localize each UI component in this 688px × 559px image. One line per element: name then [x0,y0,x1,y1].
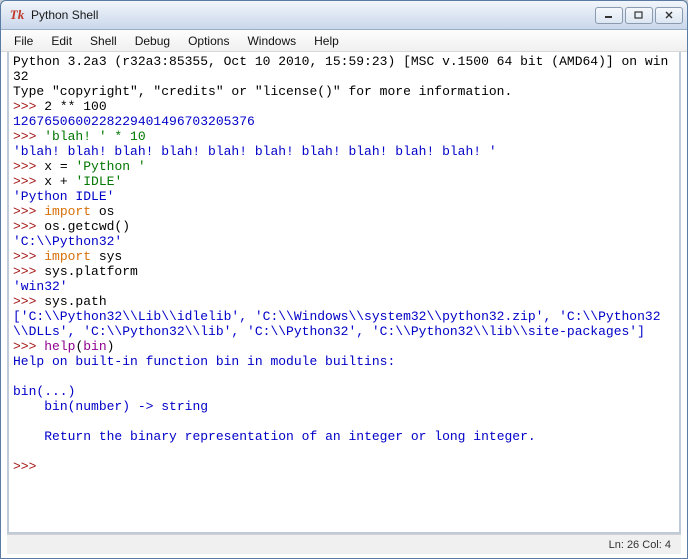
status-col: Col: 4 [642,539,671,551]
banner-line1: Python 3.2a3 (r32a3:85355, Oct 10 2010, … [13,54,668,84]
menu-options[interactable]: Options [179,31,238,51]
output-8: 'win32' [13,279,68,294]
prompt: >>> [13,264,44,279]
input-2: 'blah! ' * 10 [44,129,145,144]
builtin-help: help [44,339,75,354]
window-controls [595,7,683,24]
input-4a: x + [44,174,75,189]
prompt: >>> [13,174,44,189]
prompt: >>> [13,99,44,114]
menu-windows[interactable]: Windows [238,31,305,51]
output-6: 'C:\\Python32' [13,234,122,249]
output-4: 'Python IDLE' [13,189,114,204]
help-text: Help on built-in function bin in module … [13,354,536,444]
prompt: >>> [13,339,44,354]
menu-shell[interactable]: Shell [81,31,126,51]
input-10d: ) [107,339,115,354]
prompt: >>> [13,204,44,219]
window-title: Python Shell [31,8,595,22]
prompt: >>> [13,249,44,264]
input-3a: x = [44,159,75,174]
input-8: sys.platform [44,264,138,279]
prompt: >>> [13,294,44,309]
shell-content[interactable]: Python 3.2a3 (r32a3:85355, Oct 10 2010, … [7,52,681,534]
minimize-button[interactable] [595,7,623,24]
menubar: File Edit Shell Debug Options Windows He… [1,30,687,52]
banner-line2: Type "copyright", "credits" or "license(… [13,84,512,99]
input-1: 2 ** 100 [44,99,106,114]
keyword-import: import [44,204,91,219]
prompt: >>> [13,459,44,474]
prompt: >>> [13,219,44,234]
titlebar[interactable]: Tk Python Shell [1,1,687,30]
close-button[interactable] [655,7,683,24]
builtin-bin: bin [83,339,106,354]
input-4b: 'IDLE' [75,174,122,189]
input-6: os.getcwd() [44,219,130,234]
prompt: >>> [13,129,44,144]
menu-help[interactable]: Help [305,31,348,51]
output-1: 1267650600228229401496703205376 [13,114,255,129]
input-5b: os [91,204,114,219]
keyword-import: import [44,249,91,264]
output-2: 'blah! blah! blah! blah! blah! blah! bla… [13,144,497,159]
input-9: sys.path [44,294,106,309]
menu-edit[interactable]: Edit [42,31,81,51]
maximize-button[interactable] [625,7,653,24]
tk-icon: Tk [9,7,25,23]
output-9: ['C:\\Python32\\Lib\\idlelib', 'C:\\Wind… [13,309,661,339]
input-7b: sys [91,249,122,264]
input-3b: 'Python ' [75,159,145,174]
statusbar: Ln: 26 Col: 4 [7,534,681,554]
menu-debug[interactable]: Debug [126,31,179,51]
python-shell-window: Tk Python Shell File Edit Shell Debug Op… [0,0,688,559]
status-line: Ln: 26 [609,539,640,551]
prompt: >>> [13,159,44,174]
menu-file[interactable]: File [5,31,42,51]
